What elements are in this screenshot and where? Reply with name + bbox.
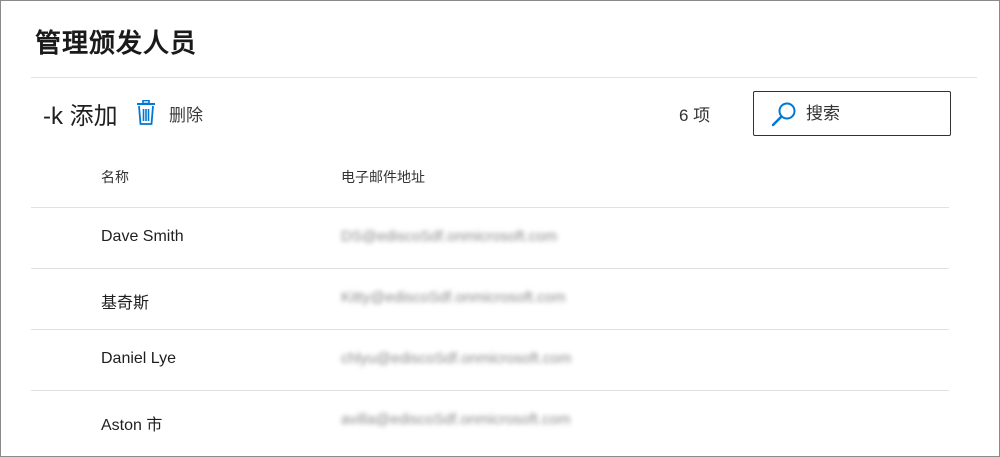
delete-button[interactable]: 删除: [135, 97, 203, 129]
table-row[interactable]: Aston 市 avilla@ediscoSdf.onmicrosoft.com: [31, 391, 949, 452]
table-row[interactable]: Dave Smith DS@ediscoSdf.onmicrosoft.com: [31, 208, 949, 269]
admin-panel: 管理颁发人员 -k 添加 删除 6 项 搜索 名称 电子邮件地址 Dave Sm…: [0, 0, 1000, 457]
column-header-email[interactable]: 电子邮件地址: [341, 167, 425, 187]
row-name: Daniel Lye: [101, 350, 177, 367]
item-count: 6 项: [679, 106, 711, 125]
column-header-name[interactable]: 名称: [101, 167, 129, 187]
row-name: Aston 市: [101, 417, 163, 434]
page-title: 管理颁发人员: [35, 28, 198, 58]
row-name: 基奇斯: [101, 295, 150, 312]
delete-label: 删除: [169, 105, 203, 125]
table-row[interactable]: Daniel Lye chlyu@ediscoSdf.onmicrosoft.c…: [31, 330, 949, 391]
table-row[interactable]: 基奇斯 Kitty@ediscoSdf.onmicrosoft.com: [31, 269, 949, 330]
row-email: avilla@ediscoSdf.onmicrosoft.com: [341, 411, 571, 428]
toolbar: -k 添加 删除 6 项: [1, 91, 1000, 137]
row-email: chlyu@ediscoSdf.onmicrosoft.com: [341, 350, 572, 367]
search-input[interactable]: [806, 103, 936, 124]
header-divider: [31, 77, 977, 78]
table-header: 名称 电子邮件地址: [31, 149, 949, 208]
trash-icon: [135, 99, 157, 126]
add-button[interactable]: -k 添加: [43, 95, 118, 131]
search-icon: [770, 100, 798, 128]
search-box[interactable]: [753, 91, 951, 136]
row-email: DS@ediscoSdf.onmicrosoft.com: [341, 228, 558, 245]
row-email: Kitty@ediscoSdf.onmicrosoft.com: [341, 289, 566, 306]
issuers-table: 名称 电子邮件地址 Dave Smith DS@ediscoSdf.onmicr…: [31, 149, 949, 452]
row-name: Dave Smith: [101, 228, 184, 245]
